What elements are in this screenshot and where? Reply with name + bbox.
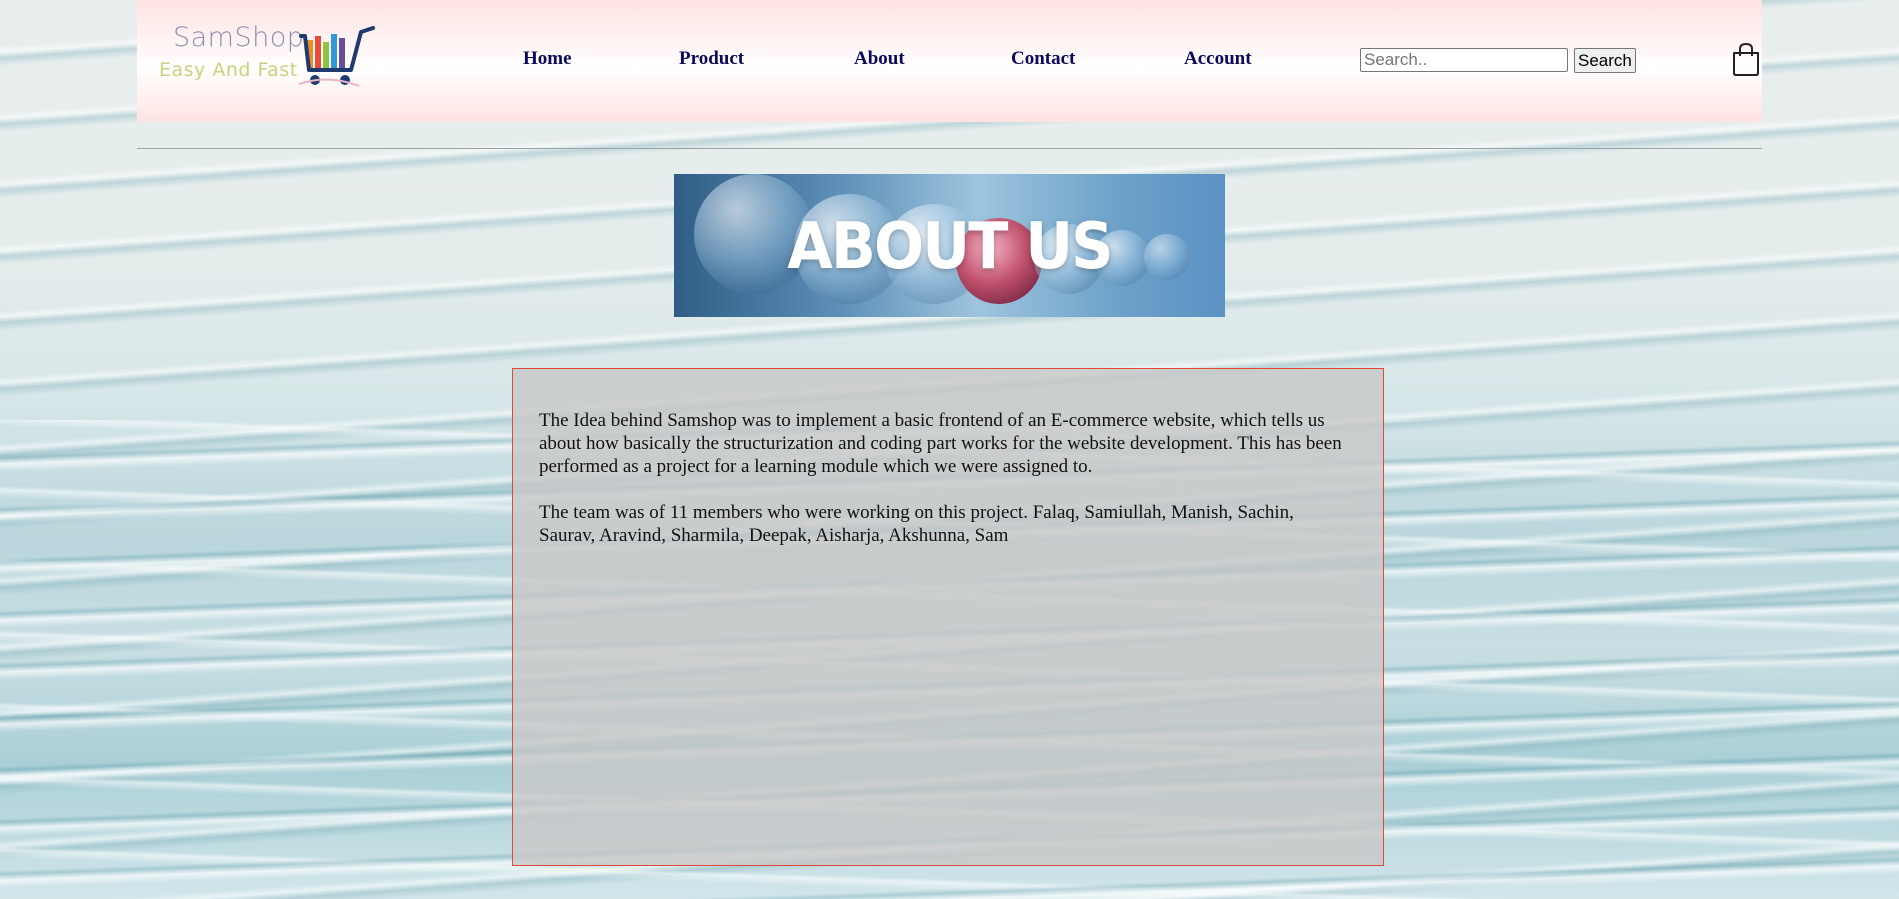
about-paragraph-team: The team was of 11 members who were work…: [539, 502, 1294, 546]
nav-home-link[interactable]: Home: [523, 48, 572, 70]
nav-product-link[interactable]: Product: [679, 48, 744, 70]
about-text: The Idea behind Samshop was to implement…: [539, 409, 1354, 570]
about-us-banner: ABOUT US: [674, 174, 1225, 317]
about-paragraph-idea: The Idea behind Samshop was to implement…: [539, 410, 1342, 477]
shopping-bag-icon[interactable]: [1731, 42, 1761, 76]
search-input[interactable]: [1360, 48, 1568, 72]
header-divider: [137, 148, 1762, 149]
about-content-box: The Idea behind Samshop was to implement…: [512, 368, 1384, 866]
site-header: SamShop Easy And Fast Home Product About…: [137, 0, 1762, 122]
nav-about-link[interactable]: About: [854, 48, 905, 70]
banner-title: ABOUT US: [787, 210, 1113, 284]
search-button[interactable]: Search: [1574, 48, 1636, 73]
nav-account-link[interactable]: Account: [1184, 48, 1252, 70]
nav-contact-link[interactable]: Contact: [1011, 48, 1075, 70]
